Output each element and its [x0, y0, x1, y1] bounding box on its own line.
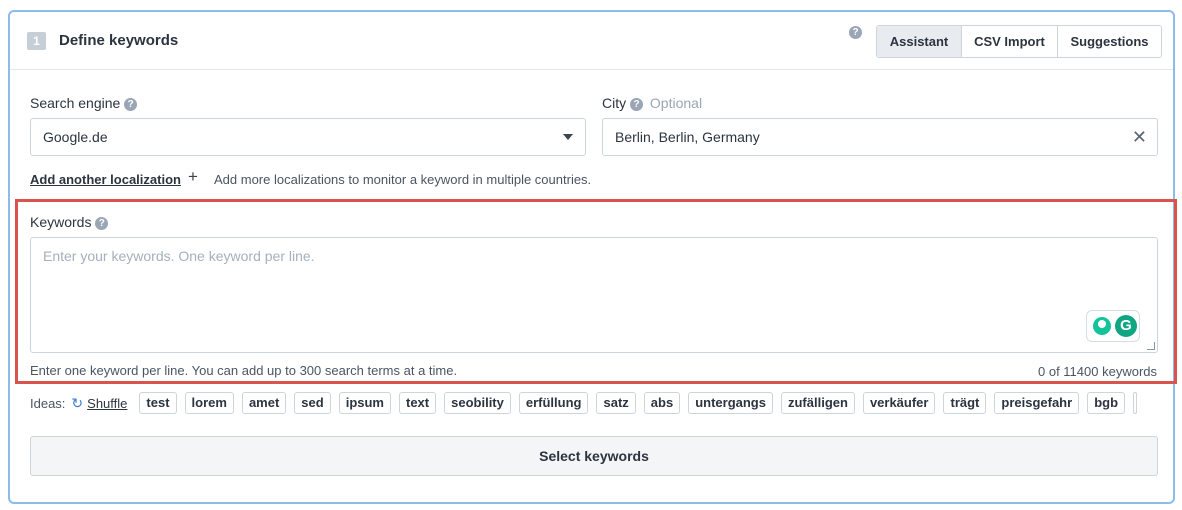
- city-label: City ? Optional: [602, 95, 702, 111]
- plus-icon[interactable]: +: [188, 167, 198, 187]
- ideas-row: Ideas: ↻ Shuffle test lorem amet sed ips…: [30, 392, 1138, 414]
- help-icon[interactable]: ?: [849, 26, 862, 39]
- chevron-down-icon: [563, 134, 573, 140]
- idea-chip[interactable]: zufälligen: [780, 392, 855, 414]
- tab-assistant[interactable]: Assistant: [877, 26, 961, 57]
- idea-chip[interactable]: text: [399, 392, 437, 414]
- idea-chip[interactable]: erfüllung: [518, 392, 589, 414]
- idea-chip[interactable]: satz: [596, 392, 636, 414]
- grammarly-widget[interactable]: G: [1086, 310, 1140, 342]
- panel-title: Define keywords: [59, 32, 179, 49]
- city-help-icon[interactable]: ?: [630, 97, 644, 111]
- shuffle-icon[interactable]: ↻: [71, 395, 83, 412]
- mode-tabs: Assistant CSV Import Suggestions: [876, 25, 1162, 58]
- shuffle-link[interactable]: Shuffle: [87, 396, 127, 411]
- step-number-badge: 1: [27, 32, 46, 50]
- idea-chip[interactable]: untergangs: [688, 392, 773, 414]
- localization-hint: Add more localizations to monitor a keyw…: [214, 172, 592, 187]
- panel-header: 1 Define keywords ? Assistant CSV Import…: [10, 12, 1173, 70]
- keywords-hint: Enter one keyword per line. You can add …: [30, 363, 458, 378]
- idea-chip-overflow[interactable]: [1133, 392, 1138, 414]
- idea-chip[interactable]: seobility: [444, 392, 511, 414]
- idea-chip[interactable]: ipsum: [338, 392, 391, 414]
- search-engine-label-text: Search engine: [30, 95, 121, 111]
- idea-chip[interactable]: abs: [643, 392, 681, 414]
- ideas-label: Ideas:: [30, 395, 66, 411]
- grammarly-icon[interactable]: G: [1115, 315, 1137, 337]
- define-keywords-panel: 1 Define keywords ? Assistant CSV Import…: [8, 10, 1177, 504]
- idea-chip[interactable]: amet: [241, 392, 287, 414]
- idea-chip[interactable]: test: [139, 392, 177, 414]
- keywords-count: 0 of 11400 keywords: [1038, 364, 1157, 379]
- city-optional-text: Optional: [649, 95, 703, 111]
- city-value: Berlin, Berlin, Germany: [615, 129, 760, 145]
- keywords-textarea[interactable]: Enter your keywords. One keyword per lin…: [30, 237, 1158, 353]
- city-input[interactable]: Berlin, Berlin, Germany ✕: [602, 118, 1158, 156]
- search-engine-select[interactable]: Google.de: [30, 118, 586, 156]
- search-engine-value: Google.de: [43, 129, 108, 145]
- idea-chip[interactable]: verkäufer: [862, 392, 936, 414]
- city-label-text: City: [602, 95, 627, 111]
- idea-chip[interactable]: bgb: [1087, 392, 1126, 414]
- idea-chip[interactable]: preisgefahr: [994, 392, 1080, 414]
- tab-csv-import[interactable]: CSV Import: [961, 26, 1057, 57]
- keywords-placeholder: Enter your keywords. One keyword per lin…: [43, 248, 315, 264]
- idea-chip[interactable]: sed: [294, 392, 331, 414]
- search-engine-help-icon[interactable]: ?: [124, 97, 138, 111]
- tab-suggestions[interactable]: Suggestions: [1057, 26, 1161, 57]
- keywords-help-icon[interactable]: ?: [95, 216, 109, 230]
- resize-handle-icon[interactable]: [1147, 342, 1155, 350]
- clear-icon[interactable]: ✕: [1132, 119, 1147, 155]
- keywords-label: Keywords ?: [30, 214, 109, 230]
- add-localization-link[interactable]: Add another localization: [30, 172, 181, 187]
- idea-chip[interactable]: trägt: [943, 392, 987, 414]
- select-keywords-button[interactable]: Select keywords: [30, 436, 1158, 476]
- lightbulb-icon[interactable]: [1093, 317, 1111, 335]
- idea-chip[interactable]: lorem: [184, 392, 234, 414]
- search-engine-label: Search engine ?: [30, 95, 138, 111]
- keywords-label-text: Keywords: [30, 214, 92, 230]
